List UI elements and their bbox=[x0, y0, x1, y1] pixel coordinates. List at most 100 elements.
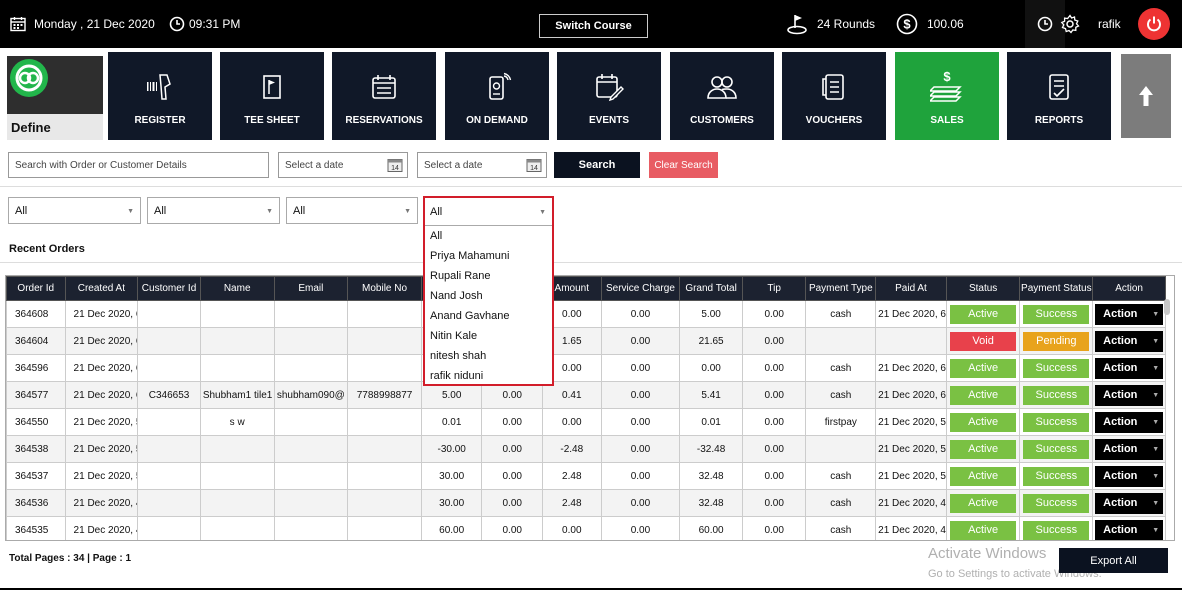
payment-status-badge: Success bbox=[1023, 493, 1090, 513]
status-badge: Active bbox=[950, 304, 1017, 324]
table-cell bbox=[273, 489, 349, 517]
current-date: Monday , 21 Dec 2020 bbox=[34, 17, 155, 31]
table-cell: 0.00 bbox=[741, 516, 807, 540]
table-cell: 21 Dec 2020, 4: bbox=[64, 489, 139, 517]
table-cell: 21 Dec 2020, 5: bbox=[64, 408, 139, 436]
filter-select-1[interactable]: All ▼ bbox=[8, 197, 141, 224]
filter-select-2[interactable]: All ▼ bbox=[147, 197, 280, 224]
dropdown-option[interactable]: Nand Josh bbox=[425, 286, 552, 306]
table-cell: 21 Dec 2020, 5: bbox=[64, 462, 139, 490]
dropdown-option[interactable]: Nitin Kale bbox=[425, 326, 552, 346]
payment-status-cell: Success bbox=[1019, 489, 1094, 517]
staff-filter-dropdown[interactable]: All ▼ All Priya Mahamuni Rupali Rane Nand Jo… bbox=[423, 196, 554, 386]
action-button[interactable]: Action ▼ bbox=[1095, 384, 1164, 406]
define-tile[interactable]: Define bbox=[7, 56, 103, 140]
table-cell: 0.00 bbox=[481, 408, 544, 436]
table-cell: 0.00 bbox=[600, 381, 681, 409]
column-header: Name bbox=[199, 276, 275, 301]
staff-filter-select[interactable]: All ▼ bbox=[425, 198, 552, 226]
action-button[interactable]: Action ▼ bbox=[1095, 330, 1164, 352]
table-row[interactable]: 364604 21 Dec 2020, 6: 1.65 0.00 21.65 0.00 Vo… bbox=[6, 327, 1166, 355]
user-name[interactable]: rafik bbox=[1098, 0, 1121, 48]
dropdown-option[interactable]: rafik niduni bbox=[425, 366, 552, 386]
table-row[interactable]: 364608 21 Dec 2020, 6: 0.00 0.00 5.00 0.00 cas… bbox=[6, 300, 1166, 328]
action-button[interactable]: Action ▼ bbox=[1095, 492, 1164, 514]
orders-table: Order Id Created At Customer Id Name Email Mo… bbox=[5, 275, 1175, 541]
action-cell: Action ▼ bbox=[1092, 516, 1166, 540]
column-header: Payment Type bbox=[805, 276, 877, 301]
table-cell: cash bbox=[805, 300, 877, 328]
action-button[interactable]: Action ▼ bbox=[1095, 411, 1164, 433]
golf-flag-icon bbox=[786, 0, 808, 48]
table-row[interactable]: 364535 21 Dec 2020, 4: 60.00 0.00 0.00 0.00 60… bbox=[6, 516, 1166, 540]
svg-text:14: 14 bbox=[391, 165, 399, 172]
history-icon[interactable] bbox=[1025, 0, 1065, 48]
table-scrollbar[interactable] bbox=[1164, 299, 1170, 315]
start-date-input[interactable]: Select a date 14 bbox=[278, 152, 408, 178]
nav-reservations[interactable]: RESERVATIONS bbox=[332, 52, 436, 140]
scroll-up-button[interactable] bbox=[1121, 54, 1171, 138]
nav-register[interactable]: REGISTER bbox=[108, 52, 212, 140]
nav-vouchers[interactable]: VOUCHERS bbox=[782, 52, 886, 140]
status-badge: Active bbox=[950, 358, 1017, 378]
action-button[interactable]: Action ▼ bbox=[1095, 438, 1164, 460]
table-row[interactable]: 364577 21 Dec 2020, 6: C346653 Shubham1 til… bbox=[6, 381, 1166, 409]
table-cell bbox=[347, 489, 422, 517]
power-icon[interactable] bbox=[1138, 8, 1170, 40]
table-cell: 0.00 bbox=[481, 435, 544, 463]
table-row[interactable]: 364550 21 Dec 2020, 5: s w 0.01 0.00 0.00 0.00… bbox=[6, 408, 1166, 436]
dropdown-option[interactable]: Anand Gavhane bbox=[425, 306, 552, 326]
table-cell bbox=[137, 408, 201, 436]
column-header: Email bbox=[273, 276, 349, 301]
search-button[interactable]: Search bbox=[554, 152, 640, 178]
action-button[interactable]: Action ▼ bbox=[1095, 303, 1164, 325]
svg-text:$: $ bbox=[903, 17, 911, 32]
table-row[interactable]: 364538 21 Dec 2020, 5: -30.00 0.00 -2.48 0.00… bbox=[6, 435, 1166, 463]
nav-on-demand[interactable]: ON DEMAND bbox=[445, 52, 549, 140]
dropdown-option[interactable]: Rupali Rane bbox=[425, 266, 552, 286]
payment-status-cell: Success bbox=[1019, 435, 1094, 463]
table-cell: 0.00 bbox=[741, 327, 807, 355]
clear-search-button[interactable]: Clear Search bbox=[649, 152, 718, 178]
chevron-down-icon: ▼ bbox=[266, 208, 273, 215]
current-time: 09:31 PM bbox=[189, 17, 241, 31]
action-button[interactable]: Action ▼ bbox=[1095, 519, 1164, 540]
dropdown-option[interactable]: All bbox=[425, 226, 552, 246]
table-cell: 0.00 bbox=[600, 462, 681, 490]
table-cell: -2.48 bbox=[542, 435, 602, 463]
action-button[interactable]: Action ▼ bbox=[1095, 357, 1164, 379]
table-row[interactable]: 364536 21 Dec 2020, 4: 30.00 0.00 2.48 0.00 32… bbox=[6, 489, 1166, 517]
nav-sales[interactable]: $ SALES bbox=[895, 52, 999, 140]
table-cell: 364577 bbox=[6, 381, 66, 409]
nav-tee-sheet[interactable]: TEE SHEET bbox=[220, 52, 324, 140]
report-icon bbox=[1044, 72, 1074, 105]
export-all-button[interactable]: Export All bbox=[1059, 548, 1168, 573]
switch-course-button[interactable]: Switch Course bbox=[539, 14, 648, 38]
gear-icon[interactable] bbox=[1060, 0, 1080, 48]
action-button[interactable]: Action ▼ bbox=[1095, 465, 1164, 487]
nav-tee-sheet-label: TEE SHEET bbox=[244, 115, 300, 126]
table-cell: 21.65 bbox=[679, 327, 743, 355]
dropdown-option[interactable]: nitesh shah bbox=[425, 346, 552, 366]
table-cell: 0.00 bbox=[741, 381, 807, 409]
nav-events[interactable]: EVENTS bbox=[557, 52, 661, 140]
table-cell: 21 Dec 2020, 6: bbox=[875, 354, 947, 382]
table-cell bbox=[805, 327, 877, 355]
end-date-input[interactable]: Select a date 14 bbox=[417, 152, 547, 178]
table-row[interactable]: 364596 21 Dec 2020, 6: 0.00 0.00 0.00 0.00 cas… bbox=[6, 354, 1166, 382]
action-cell: Action ▼ bbox=[1092, 354, 1166, 382]
action-cell: Action ▼ bbox=[1092, 435, 1166, 463]
nav-reports[interactable]: REPORTS bbox=[1007, 52, 1111, 140]
dropdown-option[interactable]: Priya Mahamuni bbox=[425, 246, 552, 266]
status-badge: Active bbox=[950, 385, 1017, 405]
payment-status-badge: Success bbox=[1023, 385, 1090, 405]
payment-status-cell: Success bbox=[1019, 381, 1094, 409]
nav-customers[interactable]: CUSTOMERS bbox=[670, 52, 774, 140]
table-header-row: Order Id Created At Customer Id Name Email Mo… bbox=[6, 276, 1166, 301]
filter-select-3[interactable]: All ▼ bbox=[286, 197, 418, 224]
search-input[interactable]: Search with Order or Customer Details bbox=[8, 152, 269, 178]
app-logo bbox=[10, 59, 48, 97]
table-row[interactable]: 364537 21 Dec 2020, 5: 30.00 0.00 2.48 0.00 32… bbox=[6, 462, 1166, 490]
payment-status-cell: Success bbox=[1019, 516, 1094, 540]
table-cell: 32.48 bbox=[679, 462, 743, 490]
